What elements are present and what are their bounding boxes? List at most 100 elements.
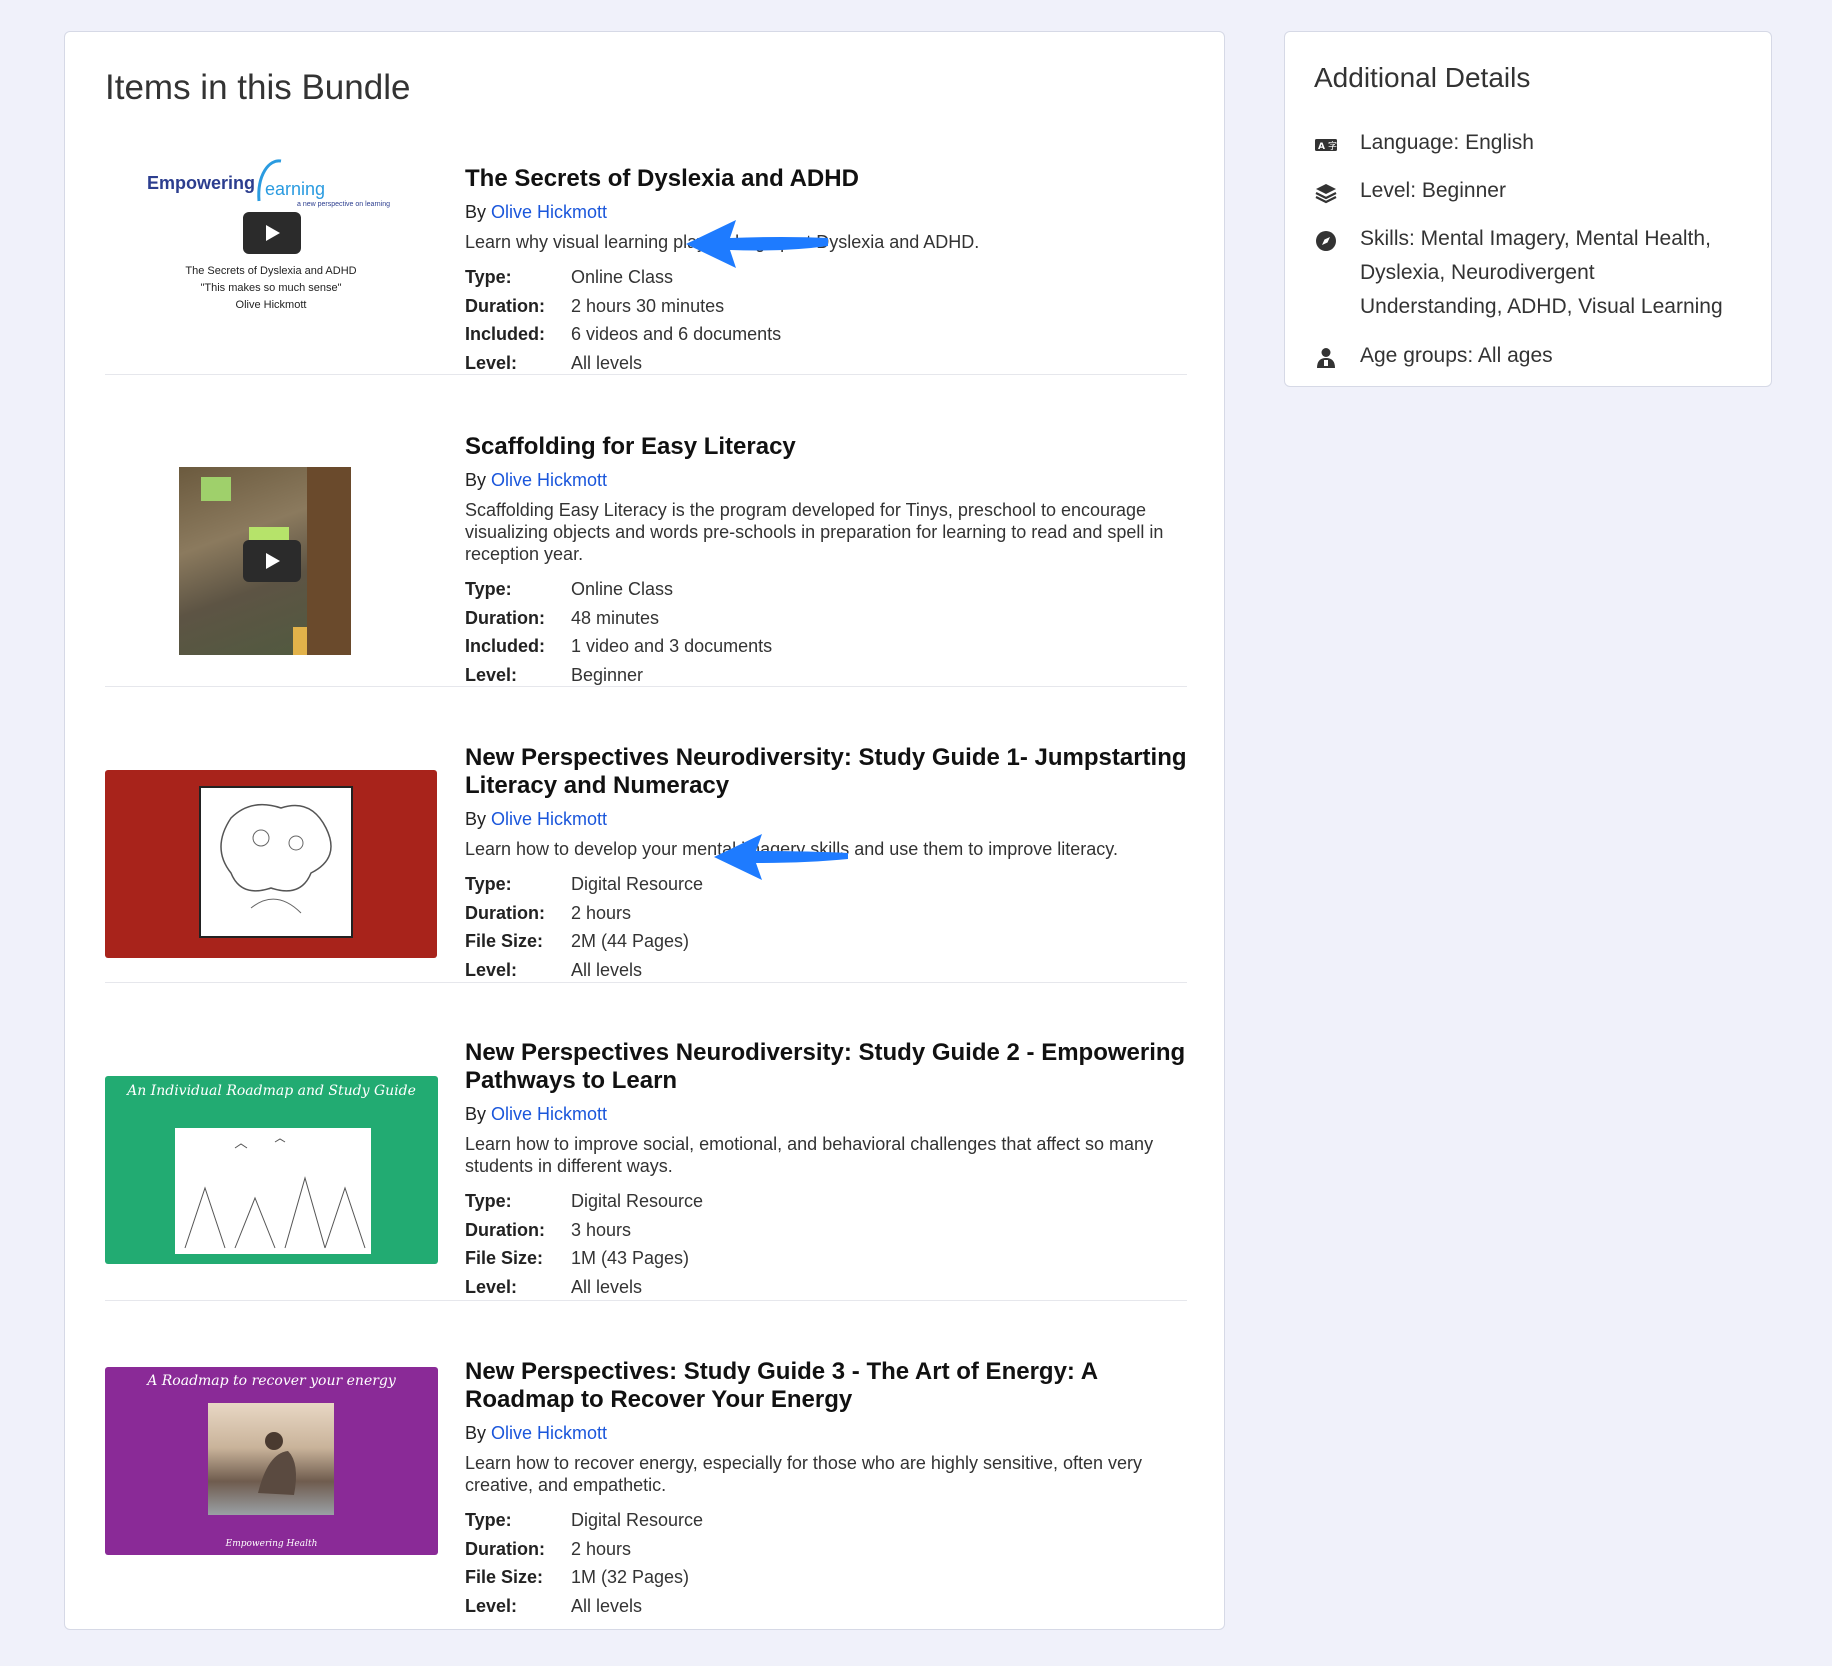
meta-value: 2 hours 30 minutes (571, 295, 725, 316)
item-thumbnail[interactable] (179, 467, 351, 655)
thumb-line-3: Olive Hickmott (235, 299, 307, 311)
play-button[interactable] (243, 212, 301, 254)
meta-key: Type: (465, 1510, 512, 1530)
thumb-line-1: The Secrets of Dyslexia and ADHD (185, 265, 357, 277)
author-link[interactable]: Olive Hickmott (491, 1423, 607, 1443)
item-byline: By Olive Hickmott (465, 1422, 1187, 1444)
bundle-item[interactable]: New Perspectives Neurodiversity: Study G… (105, 708, 1187, 1008)
meta-key: File Size: (465, 1567, 544, 1587)
author-link[interactable]: Olive Hickmott (491, 470, 607, 490)
thumb-caption: An Individual Roadmap and Study Guide (127, 1083, 416, 1099)
item-divider (105, 1300, 1187, 1301)
meta-key: File Size: (465, 1248, 544, 1268)
annotation-arrow-icon (714, 834, 848, 880)
by-label: By (465, 1104, 487, 1124)
detail-language: A字 Language: English (1314, 126, 1751, 167)
detail-skills-text: Skills: Mental Imagery, Mental Health, D… (1360, 227, 1723, 318)
meta-key: Type: (465, 1191, 512, 1211)
bundle-item[interactable]: A Roadmap to recover your energy Empower… (105, 1322, 1187, 1622)
bundle-item[interactable]: Empowering earning a new perspective on … (105, 129, 1187, 373)
compass-icon (1314, 222, 1360, 324)
by-label: By (465, 202, 487, 222)
play-button[interactable] (243, 540, 301, 582)
author-link[interactable]: Olive Hickmott (491, 1104, 607, 1124)
meta-value: All levels (571, 959, 643, 980)
meta-value: Digital Resource (571, 874, 704, 894)
translate-icon: A字 (1314, 126, 1360, 167)
wood-post (307, 467, 351, 655)
detail-language-text: Language: English (1360, 131, 1534, 154)
meta-key: Duration: (465, 1538, 545, 1559)
meta-key: Type: (465, 874, 512, 894)
item-title[interactable]: Scaffolding for Easy Literacy (465, 433, 1187, 461)
thumb-tagline: a new perspective on learning (297, 201, 391, 208)
meta-key: Duration: (465, 902, 545, 923)
sticky-note (201, 477, 231, 501)
meta-key: Duration: (465, 1219, 545, 1240)
meta-key: Level: (465, 959, 518, 980)
additional-details-title: Additional Details (1314, 62, 1531, 93)
annotation-arrow-icon (686, 220, 828, 268)
item-title[interactable]: New Perspectives: Study Guide 3 - The Ar… (465, 1358, 1187, 1414)
detail-level-text: Level: Beginner (1360, 179, 1506, 202)
meta-key: Duration: (465, 295, 545, 316)
meta-value: 3 hours (571, 1219, 632, 1240)
item-title[interactable]: The Secrets of Dyslexia and ADHD (465, 165, 1187, 193)
thumb-footer: Empowering Health (225, 1539, 318, 1549)
item-title[interactable]: New Perspectives Neurodiversity: Study G… (465, 1039, 1187, 1095)
item-thumbnail[interactable]: An Individual Roadmap and Study Guide (105, 1076, 438, 1264)
meta-key: Level: (465, 1276, 518, 1297)
meta-key: Duration: (465, 607, 545, 628)
meta-value: Beginner (571, 664, 644, 685)
meta-value: Online Class (571, 579, 674, 599)
author-link[interactable]: Olive Hickmott (491, 809, 607, 829)
bundle-item[interactable]: An Individual Roadmap and Study Guide Ne… (105, 1004, 1187, 1304)
item-info: New Perspectives Neurodiversity: Study G… (465, 1039, 1187, 1301)
meta-key: Included: (465, 636, 545, 656)
sketch-image (175, 1128, 371, 1254)
item-meta: Type: Digital Resource Duration: 2 hours F… (465, 870, 1187, 984)
item-byline: By Olive Hickmott (465, 469, 1187, 491)
detail-level: Level: Beginner (1314, 174, 1751, 215)
bundle-item[interactable]: Scaffolding for Easy Literacy By Olive H… (105, 397, 1187, 707)
author-link[interactable]: Olive Hickmott (491, 202, 607, 222)
thumb-brand-2: earning (265, 179, 326, 199)
layers-icon (1314, 174, 1360, 215)
by-label: By (465, 1423, 487, 1443)
crowd-sketch-icon (184, 1138, 366, 1249)
item-description: Learn how to recover energy, especially … (465, 1453, 1143, 1495)
meta-value: 1M (32 Pages) (571, 1567, 690, 1587)
item-byline: By Olive Hickmott (465, 808, 1187, 830)
meta-key: Level: (465, 352, 518, 373)
meta-key: Level: (465, 1595, 518, 1616)
item-info: Scaffolding for Easy Literacy By Olive H… (465, 433, 1187, 689)
woman-photo (208, 1403, 334, 1515)
item-divider (105, 686, 1187, 687)
item-thumbnail[interactable] (105, 770, 437, 958)
item-thumbnail[interactable]: A Roadmap to recover your energy Empower… (105, 1367, 438, 1555)
meta-key: Included: (465, 324, 545, 344)
meta-value: 1 video and 3 documents (571, 636, 773, 656)
bundle-card: Items in this Bundle Empowering earning … (64, 31, 1225, 1630)
by-label: By (465, 809, 487, 829)
svg-text:A: A (1318, 142, 1325, 152)
meta-value: Online Class (571, 267, 674, 287)
item-thumbnail[interactable]: Empowering earning a new perspective on … (105, 149, 437, 319)
item-title[interactable]: New Perspectives Neurodiversity: Study G… (465, 744, 1187, 800)
meta-value: Digital Resource (571, 1191, 704, 1211)
person-photo-icon (258, 1432, 296, 1495)
thumb-line-2: "This makes so much sense" (200, 282, 342, 294)
meta-key: Type: (465, 267, 512, 287)
detail-skills: Skills: Mental Imagery, Mental Health, D… (1314, 222, 1731, 324)
detail-age-text: Age groups: All ages (1360, 344, 1553, 367)
meta-value: 2M (44 Pages) (571, 931, 690, 951)
svg-text:字: 字 (1328, 140, 1337, 152)
thumb-caption: A Roadmap to recover your energy (147, 1373, 396, 1389)
meta-value: 1M (43 Pages) (571, 1248, 690, 1268)
by-label: By (465, 470, 487, 490)
item-meta: Type: Digital Resource Duration: 3 hours F… (465, 1187, 1187, 1301)
item-meta: Type: Digital Resource Duration: 2 hours F… (465, 1506, 1187, 1620)
item-meta: Type: Online Class Duration: 2 hours 30 mi… (465, 263, 1187, 377)
item-description: Learn how to improve social, emotional, … (465, 1134, 1154, 1176)
item-divider (105, 374, 1187, 375)
